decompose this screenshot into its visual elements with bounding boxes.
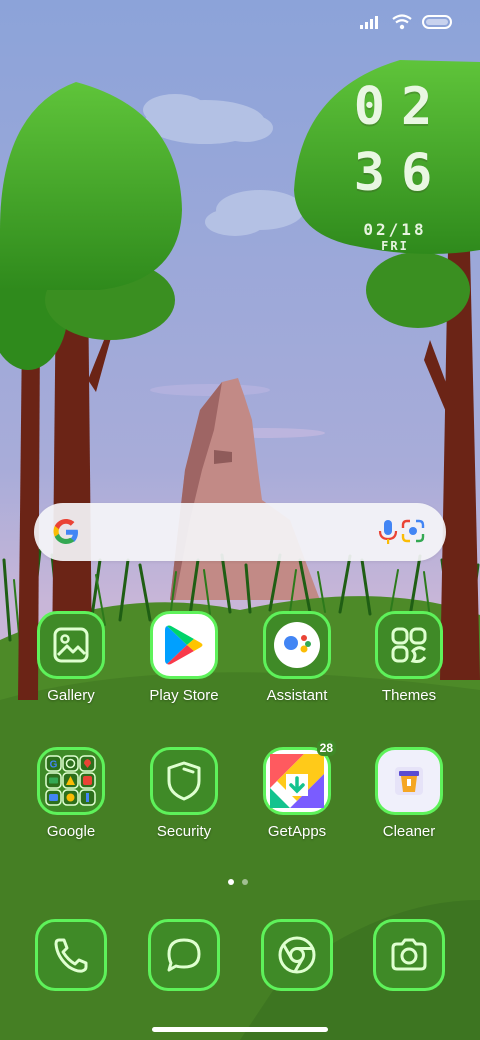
app-security[interactable]: Security [134,747,234,840]
dock-messages[interactable] [134,919,234,991]
gesture-nav-bar[interactable] [152,1027,328,1032]
camera-icon [391,938,427,971]
app-getapps[interactable]: 28 GetApps [247,740,347,840]
getapps-tile[interactable]: 28 [263,740,336,815]
messages-tile[interactable] [148,919,220,991]
google-folder-icon: G [45,755,96,806]
app-google-folder[interactable]: G Google [21,747,121,840]
app-label: Google [46,823,96,840]
status-bar [360,14,452,30]
app-play-store[interactable]: Play Store [134,611,234,704]
app-label: Themes [381,687,437,704]
dock-camera[interactable] [359,919,459,991]
app-assistant[interactable]: Assistant [247,611,347,704]
themes-icon [391,627,427,663]
clock-date: 02/18 [363,220,427,239]
app-themes[interactable]: Themes [359,611,459,704]
battery-icon [422,15,452,29]
play-store-icon [165,625,203,665]
chrome-tile[interactable] [261,919,333,991]
assistant-icon [274,622,320,668]
assistant-tile[interactable] [263,611,331,679]
app-label: Assistant [266,687,328,704]
gallery-tile[interactable] [37,611,105,679]
clock-hour: 02 [353,77,449,137]
gallery-icon [53,627,89,663]
phone-tile[interactable] [35,919,107,991]
google-folder-tile[interactable]: G [37,747,105,815]
app-label: Security [156,823,212,840]
clock-widget[interactable]: 02 36 02/18 FRI [340,74,450,253]
dock-chrome[interactable] [247,919,347,991]
camera-tile[interactable] [373,919,445,991]
cleaner-icon [395,767,423,795]
themes-tile[interactable] [375,611,443,679]
page-dot-active [228,879,234,885]
app-label: GetApps [267,823,327,840]
lens-icon[interactable] [400,518,426,544]
svg-text:G: G [50,760,58,771]
google-logo [53,519,78,544]
signal-icon [360,16,378,29]
chrome-icon [278,936,316,974]
shield-icon [167,761,201,801]
messages-icon [167,938,201,972]
app-cleaner[interactable]: Cleaner [359,747,459,840]
app-label: Gallery [47,687,95,704]
getapps-icon [270,754,324,808]
mic-icon[interactable] [376,518,400,546]
app-gallery[interactable]: Gallery [21,611,121,704]
app-label: Cleaner [382,823,436,840]
google-search-bar[interactable] [34,503,446,561]
clock-minute: 36 [353,143,449,203]
dock-phone[interactable] [21,919,121,991]
wifi-icon [392,14,412,30]
page-indicator [228,879,248,885]
phone-icon [54,938,88,973]
app-label: Play Store [149,687,219,704]
notification-badge: 28 [316,740,336,756]
clock-weekday: FRI [381,239,409,253]
page-dot[interactable] [242,879,248,885]
play-store-tile[interactable] [150,611,218,679]
cleaner-tile[interactable] [375,747,443,815]
security-tile[interactable] [150,747,218,815]
